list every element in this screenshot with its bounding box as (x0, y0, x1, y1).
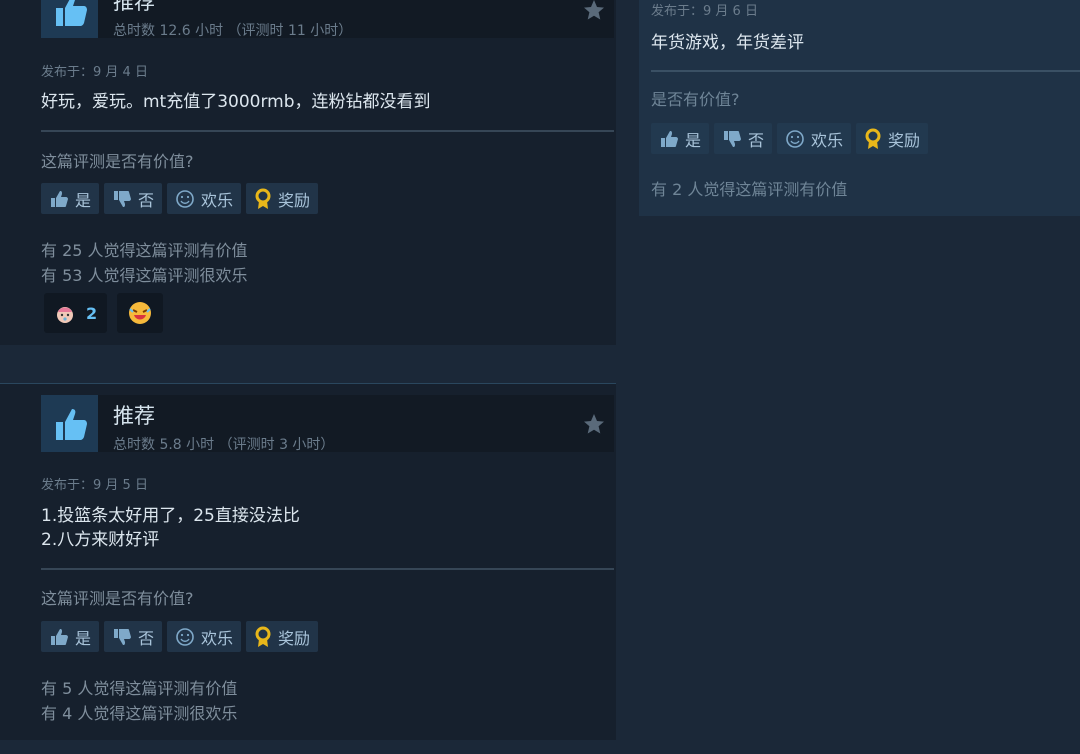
funny-count: 有 53 人觉得这篇评测很欢乐 (41, 266, 248, 285)
vote-buttons: 是 否 欢乐 奖励 (41, 183, 319, 214)
thumbs-up-icon (41, 0, 98, 38)
thumbs-down-icon (114, 628, 132, 645)
vote-no-button[interactable]: 否 (714, 123, 773, 154)
award-button[interactable]: 奖励 (246, 183, 319, 214)
vote-funny-label: 欢乐 (201, 628, 234, 648)
vote-no-label: 否 (748, 130, 765, 150)
vote-yes-button[interactable]: 是 (651, 123, 710, 154)
smiley-icon (786, 129, 804, 148)
award-label: 奖励 (278, 628, 311, 648)
vote-funny-button[interactable]: 欢乐 (167, 183, 242, 214)
helpful-question: 这篇评测是否有价值? (41, 152, 194, 171)
award-ribbon-icon (255, 626, 271, 647)
smiley-icon (176, 189, 194, 208)
reaction-count: 2 (86, 303, 98, 323)
review-body-line: 2.八方来财好评 (41, 530, 160, 550)
posted-date: 发布于：9 月 4 日 (41, 65, 148, 80)
review-body: 年货游戏，年货差评 (651, 33, 804, 53)
thumbs-up-icon (51, 190, 68, 207)
vote-yes-button[interactable]: 是 (41, 183, 100, 214)
thumbs-up-icon (41, 395, 98, 452)
award-star-icon[interactable] (582, 412, 606, 436)
divider (651, 70, 1080, 72)
review-body-line: 1.投篮条太好用了，25直接没法比 (41, 506, 300, 526)
helpful-count: 有 25 人觉得这篇评测有价值 (41, 241, 248, 260)
reaction-item[interactable] (117, 293, 164, 333)
award-label: 奖励 (888, 130, 921, 150)
thumbs-up-icon (661, 130, 678, 147)
award-label: 奖励 (278, 190, 311, 210)
baby-face-icon (57, 307, 73, 323)
reactions: 2 (44, 293, 164, 333)
vote-no-button[interactable]: 否 (104, 183, 163, 214)
review-recommendation: 推荐 (113, 0, 155, 14)
review-body: 好玩，爱玩。mt充值了3000rmb，连粉钻都没看到 (41, 92, 431, 112)
review-card: 发布于：9 月 6 日 年货游戏，年货差评 是否有价值? 是 否 欢乐 奖励 有… (639, 0, 1080, 216)
thumbs-up-icon (51, 628, 68, 645)
hours-played: 总时数 5.8 小时 （评测时 3 小时） (113, 437, 335, 453)
helpful-count: 有 2 人觉得这篇评测有价值 (651, 180, 848, 199)
review-header[interactable]: 推荐 总时数 5.8 小时 （评测时 3 小时） (41, 395, 614, 453)
award-button[interactable]: 奖励 (246, 621, 319, 652)
thumbs-down-icon (114, 190, 132, 207)
vote-yes-label: 是 (685, 130, 702, 150)
helpful-question: 这篇评测是否有价值? (41, 589, 194, 608)
divider (41, 130, 614, 132)
review-page: 推荐 总时数 12.6 小时 （评测时 11 小时） 发布于：9 月 4 日 好… (0, 0, 1080, 754)
award-star-icon[interactable] (582, 0, 606, 22)
smiley-icon (176, 627, 194, 646)
vote-yes-label: 是 (75, 190, 92, 210)
funny-count: 有 4 人觉得这篇评测很欢乐 (41, 704, 238, 723)
thumbs-down-icon (724, 130, 742, 147)
vote-no-button[interactable]: 否 (104, 621, 163, 652)
helpful-count: 有 5 人觉得这篇评测有价值 (41, 679, 238, 698)
vote-funny-label: 欢乐 (811, 130, 844, 150)
helpful-question: 是否有价值? (651, 90, 740, 109)
vote-buttons: 是 否 欢乐 奖励 (651, 123, 929, 154)
award-button[interactable]: 奖励 (856, 123, 929, 154)
review-header[interactable]: 推荐 总时数 12.6 小时 （评测时 11 小时） (41, 0, 614, 39)
review-card: 推荐 总时数 5.8 小时 （评测时 3 小时） 发布于：9 月 5 日 1.投… (0, 383, 616, 740)
posted-date: 发布于：9 月 5 日 (41, 478, 148, 493)
vote-funny-button[interactable]: 欢乐 (167, 621, 242, 652)
review-recommendation: 推荐 (113, 404, 155, 428)
divider (41, 568, 614, 570)
award-ribbon-icon (255, 188, 271, 209)
laughing-emoji-icon (129, 302, 152, 324)
posted-date: 发布于：9 月 6 日 (651, 4, 758, 19)
vote-no-label: 否 (138, 628, 155, 648)
reaction-item[interactable]: 2 (44, 293, 108, 333)
vote-yes-button[interactable]: 是 (41, 621, 100, 652)
vote-no-label: 否 (138, 190, 155, 210)
vote-funny-button[interactable]: 欢乐 (777, 123, 852, 154)
vote-buttons: 是 否 欢乐 奖励 (41, 621, 319, 652)
vote-yes-label: 是 (75, 628, 92, 648)
hours-played: 总时数 12.6 小时 （评测时 11 小时） (113, 23, 353, 39)
vote-funny-label: 欢乐 (201, 190, 234, 210)
award-ribbon-icon (865, 128, 881, 149)
review-card: 推荐 总时数 12.6 小时 （评测时 11 小时） 发布于：9 月 4 日 好… (0, 0, 616, 345)
